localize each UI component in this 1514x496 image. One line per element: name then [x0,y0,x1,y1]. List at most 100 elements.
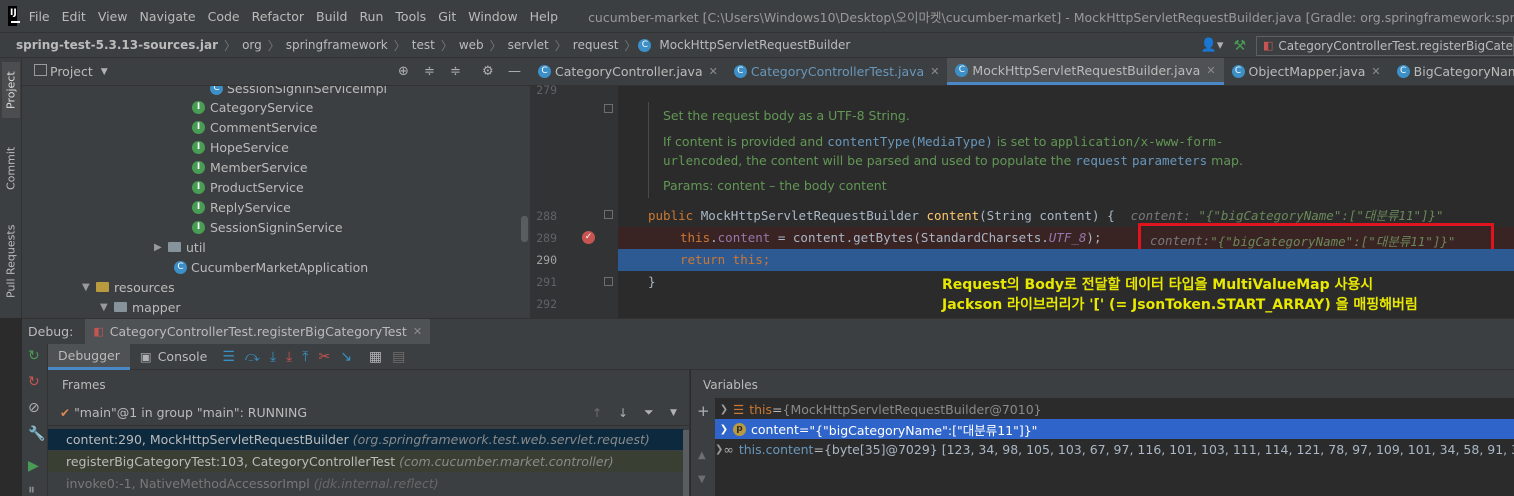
menu-edit[interactable]: Edit [56,9,92,24]
breadcrumb-test[interactable]: test [408,38,439,52]
project-panel-title[interactable]: Project [50,64,93,79]
fold-marker-icon[interactable] [604,277,613,286]
chevron-down-icon[interactable]: ▼ [698,474,706,485]
close-icon[interactable]: ✕ [413,325,422,338]
minimize-icon[interactable]: — [508,64,521,79]
close-icon[interactable]: ✕ [709,65,718,78]
tree-item[interactable]: I MemberService [192,157,308,177]
tree-item[interactable]: C CucumberMarketApplication [174,257,368,277]
menu-navigate[interactable]: Navigate [134,9,202,24]
menu-refactor[interactable]: Refactor [246,9,310,24]
mute-breakpoints-icon[interactable]: ⊘ [28,400,40,416]
step-out-icon[interactable]: ⤒ [302,349,308,365]
trace-icon[interactable]: ▤ [392,349,405,365]
menu-view[interactable]: View [92,9,134,24]
menu-tools[interactable]: Tools [389,9,432,24]
tab-debugger[interactable]: Debugger [48,343,130,370]
frames-scrollbar[interactable] [683,430,689,496]
frame-row[interactable]: registerBigCategoryTest:103, CategoryCon… [48,451,684,472]
tab-console[interactable]: ▣ Console [130,344,217,370]
run-to-cursor-icon[interactable]: ↘ [340,349,352,365]
user-icon[interactable]: 👤▾ [1201,38,1224,53]
tree-item[interactable]: I SessionSigninService [192,217,343,237]
close-icon[interactable]: ✕ [1206,64,1215,77]
tab-mock-http-servlet-request-builder[interactable]: C MockHttpServletRequestBuilder.java ✕ [947,58,1224,85]
frame-row[interactable]: invoke0:-1, NativeMethodAccessorImpl (jd… [48,473,684,494]
tree-item[interactable]: ▶ util [154,237,206,257]
drop-frame-icon[interactable]: ✂ [318,349,330,365]
code-editor[interactable]: Set the request body as a UTF-8 String. … [618,86,1514,318]
collapse-all-icon[interactable]: ≑ [450,64,461,79]
thread-selector[interactable]: ✔ "main"@1 in group "main": RUNNING ↑ ↓ … [48,400,689,426]
show-execution-point-icon[interactable]: ☰ [222,349,235,365]
tool-window-pull-requests[interactable]: Pull Requests [2,216,20,306]
menu-git[interactable]: Git [432,9,462,24]
breakpoint-icon[interactable]: ✓ [582,231,595,244]
step-into-icon[interactable]: ⤓ [270,349,276,365]
chevron-up-icon[interactable]: ▲ [698,450,706,461]
debug-session-tab[interactable]: ◧ CategoryControllerTest.registerBigCate… [85,318,431,345]
chevron-right-icon[interactable]: ▶ [154,242,168,253]
menu-window[interactable]: Window [462,9,523,24]
menu-help[interactable]: Help [524,9,565,24]
breadcrumb-class[interactable]: MockHttpServletRequestBuilder [655,38,854,52]
add-watch-icon[interactable]: + [697,402,710,420]
tree-item[interactable]: I CommentService [192,117,317,137]
tab-object-mapper[interactable]: C ObjectMapper.java ✕ [1224,58,1389,85]
step-over-icon[interactable]: ⤼ [245,349,260,365]
variable-row-this[interactable]: ❯ ☰ this = {MockHttpServletRequestBuilde… [715,399,1514,419]
evaluate-expression-icon[interactable]: ▦ [369,349,382,365]
run-configuration-select[interactable]: ◧ CategoryControllerTest.registerBigCate… [1256,35,1514,56]
tree-item[interactable]: I CategoryService [192,97,313,117]
chevron-down-icon[interactable]: ▼ [101,67,108,77]
javadoc-link[interactable]: request [1075,153,1128,168]
frame-row[interactable]: content:290, MockHttpServletRequestBuild… [48,429,684,450]
editor-gutter[interactable]: 279 288 289 290 291 292 ✓ [530,83,618,318]
expand-all-icon[interactable]: ≑ [424,64,435,79]
breadcrumb-request[interactable]: request [569,38,623,52]
filter-icon[interactable]: ⏷ [644,405,654,420]
breadcrumb-springframework[interactable]: springframework [282,38,392,52]
tree-item[interactable]: ▼ resources [82,277,175,297]
tab-category-controller-test[interactable]: C CategoryControllerTest.java ✕ [726,58,948,85]
javadoc-link[interactable]: parameters [1132,153,1207,168]
chevron-right-icon[interactable]: ❯ [715,424,733,435]
pause-icon[interactable]: ⏸ [28,482,35,496]
rerun-failed-icon[interactable]: ↻ [28,374,40,390]
breadcrumb-servlet[interactable]: servlet [504,38,553,52]
chevron-down-icon[interactable]: ▼ [100,302,114,313]
close-icon[interactable]: ✕ [930,65,939,78]
variable-row-this-content[interactable]: ❯ ∞ this.content = {byte[35]@7029} [123,… [715,439,1514,459]
tree-item[interactable]: I HopeService [192,137,289,157]
tree-item[interactable]: ▼ mapper [100,297,181,317]
tool-window-project[interactable]: Project [2,62,20,118]
menu-run[interactable]: Run [353,9,389,24]
chevron-down-icon[interactable]: ▼ [82,282,96,293]
fold-marker-icon[interactable] [604,104,613,113]
variable-row-content[interactable]: ❯ p content = "{"bigCategoryName":["대분류1… [715,419,1514,439]
tool-window-commit[interactable]: Commit [2,138,20,198]
close-icon[interactable]: ✕ [1371,65,1380,78]
chevron-down-icon[interactable]: ▼ [670,408,677,418]
tree-item[interactable]: I ReplyService [192,197,291,217]
locate-file-icon[interactable]: ⊕ [398,64,409,79]
build-hammer-icon[interactable]: ⚒ [1233,38,1246,54]
tab-big-category-name-request[interactable]: C BigCategoryNameRequest.java ✕ [1389,58,1514,85]
menu-file[interactable]: File [23,9,56,24]
chevron-right-icon[interactable]: ❯ [715,404,733,415]
wrench-icon[interactable]: 🔧 [28,426,45,442]
breadcrumb-web[interactable]: web [455,38,488,52]
force-step-into-icon[interactable]: ⤓ [286,349,292,365]
resume-icon[interactable]: ▶ [28,458,39,474]
gear-icon[interactable]: ⚙ [482,64,494,79]
arrow-up-icon[interactable]: ↑ [592,406,602,420]
menu-build[interactable]: Build [310,9,353,24]
chevron-right-icon[interactable]: ❯ [715,444,723,455]
rerun-icon[interactable]: ↻ [28,348,40,364]
fold-marker-icon[interactable] [604,210,613,219]
project-tree-scrollbar[interactable] [521,216,528,242]
tree-item[interactable]: I ProductService [192,177,304,197]
tab-category-controller[interactable]: C CategoryController.java ✕ [530,58,726,85]
breadcrumb-jar[interactable]: spring-test-5.3.13-sources.jar [12,38,222,52]
javadoc-link[interactable]: contentType(MediaType) [827,134,993,149]
